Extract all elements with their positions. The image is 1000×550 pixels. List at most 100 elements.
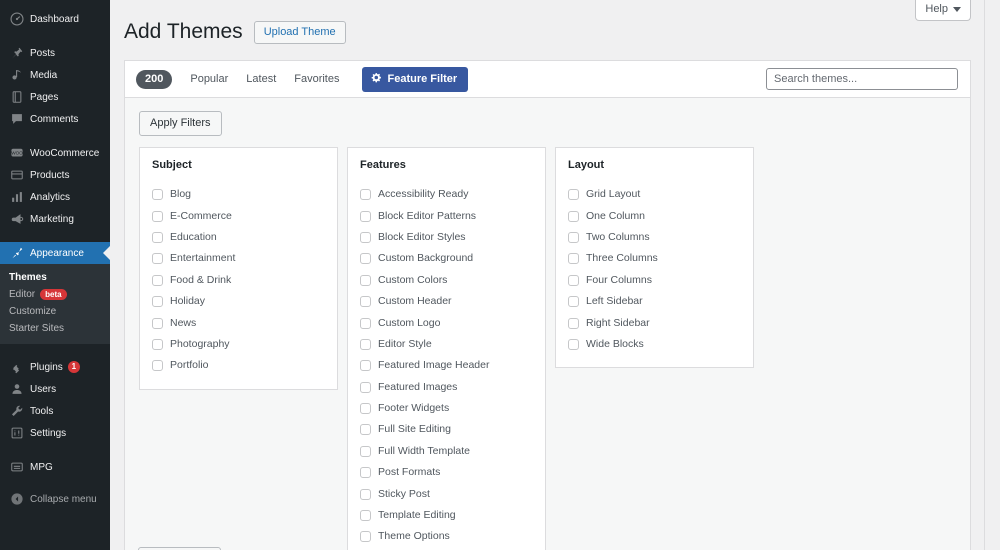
filter-option-left-sidebar[interactable]: Left Sidebar [568, 291, 741, 312]
checkbox-icon[interactable] [152, 360, 163, 371]
filter-option-news[interactable]: News [152, 312, 325, 333]
checkbox-icon[interactable] [360, 424, 371, 435]
filter-option-full-width-template[interactable]: Full Width Template [360, 441, 533, 462]
checkbox-icon[interactable] [360, 467, 371, 478]
sidebar-item-posts[interactable]: Posts [0, 42, 110, 64]
filter-option-one-column[interactable]: One Column [568, 205, 741, 226]
checkbox-icon[interactable] [360, 403, 371, 414]
filter-option-right-sidebar[interactable]: Right Sidebar [568, 312, 741, 333]
checkbox-icon[interactable] [568, 253, 579, 264]
apply-filters-button-bottom[interactable]: Apply Filters [138, 547, 221, 550]
checkbox-icon[interactable] [152, 296, 163, 307]
sidebar-item-analytics[interactable]: Analytics [0, 186, 110, 208]
checkbox-icon[interactable] [568, 339, 579, 350]
sidebar-item-pages[interactable]: Pages [0, 86, 110, 108]
sidebar-item-media[interactable]: Media [0, 64, 110, 86]
filter-option-featured-image-header[interactable]: Featured Image Header [360, 355, 533, 376]
filter-option-holiday[interactable]: Holiday [152, 291, 325, 312]
filter-option-two-columns[interactable]: Two Columns [568, 227, 741, 248]
checkbox-icon[interactable] [360, 232, 371, 243]
checkbox-icon[interactable] [360, 510, 371, 521]
checkbox-icon[interactable] [568, 189, 579, 200]
filter-link-latest[interactable]: Latest [246, 70, 276, 88]
filter-option-custom-logo[interactable]: Custom Logo [360, 312, 533, 333]
filter-option-block-editor-patterns[interactable]: Block Editor Patterns [360, 205, 533, 226]
filter-option-editor-style[interactable]: Editor Style [360, 334, 533, 355]
checkbox-icon[interactable] [360, 446, 371, 457]
filter-option-post-formats[interactable]: Post Formats [360, 462, 533, 483]
upload-theme-button[interactable]: Upload Theme [254, 21, 346, 44]
checkbox-icon[interactable] [568, 318, 579, 329]
checkbox-icon[interactable] [360, 382, 371, 393]
filter-option-education[interactable]: Education [152, 227, 325, 248]
checkbox-icon[interactable] [360, 296, 371, 307]
checkbox-icon[interactable] [360, 253, 371, 264]
filter-option-food-and-drink[interactable]: Food & Drink [152, 270, 325, 291]
filter-option-grid-layout[interactable]: Grid Layout [568, 184, 741, 205]
filter-option-template-editing[interactable]: Template Editing [360, 505, 533, 526]
filter-option-four-columns[interactable]: Four Columns [568, 270, 741, 291]
filter-option-wide-blocks[interactable]: Wide Blocks [568, 334, 741, 355]
sidebar-item-products[interactable]: Products [0, 164, 110, 186]
checkbox-icon[interactable] [568, 232, 579, 243]
checkbox-icon[interactable] [360, 189, 371, 200]
feature-filter-button[interactable]: Feature Filter [362, 67, 469, 92]
checkbox-icon[interactable] [360, 489, 371, 500]
sidebar-collapse-menu[interactable]: Collapse menu [0, 488, 110, 510]
filter-option-sticky-post[interactable]: Sticky Post [360, 483, 533, 504]
checkbox-icon[interactable] [152, 318, 163, 329]
checkbox-icon[interactable] [360, 360, 371, 371]
sidebar-item-users[interactable]: Users [0, 378, 110, 400]
filter-option-photography[interactable]: Photography [152, 334, 325, 355]
search-themes-input[interactable] [766, 68, 958, 90]
sidebar-item-mpg[interactable]: MPG [0, 456, 110, 478]
checkbox-icon[interactable] [152, 275, 163, 286]
pages-icon [9, 90, 24, 105]
filter-option-accessibility-ready[interactable]: Accessibility Ready [360, 184, 533, 205]
checkbox-icon[interactable] [152, 253, 163, 264]
submenu-item-starter-sites[interactable]: Starter Sites [0, 320, 110, 337]
sidebar-item-marketing[interactable]: Marketing [0, 208, 110, 230]
apply-filters-button-top[interactable]: Apply Filters [139, 111, 222, 136]
filter-option-full-site-editing[interactable]: Full Site Editing [360, 419, 533, 440]
checkbox-icon[interactable] [360, 531, 371, 542]
filter-option-block-editor-styles[interactable]: Block Editor Styles [360, 227, 533, 248]
filter-link-popular[interactable]: Popular [190, 70, 228, 88]
checkbox-icon[interactable] [360, 211, 371, 222]
sidebar-item-settings[interactable]: Settings [0, 422, 110, 444]
submenu-item-customize[interactable]: Customize [0, 303, 110, 320]
filter-option-custom-colors[interactable]: Custom Colors [360, 270, 533, 291]
checkbox-icon[interactable] [360, 318, 371, 329]
checkbox-icon[interactable] [360, 275, 371, 286]
sidebar-item-appearance[interactable]: Appearance [0, 242, 110, 264]
filter-option-e-commerce[interactable]: E-Commerce [152, 205, 325, 226]
checkbox-icon[interactable] [152, 211, 163, 222]
checkbox-icon[interactable] [152, 232, 163, 243]
help-button[interactable]: Help [915, 0, 971, 21]
filter-option-custom-background[interactable]: Custom Background [360, 248, 533, 269]
checkbox-icon[interactable] [568, 296, 579, 307]
checkbox-icon[interactable] [152, 339, 163, 350]
submenu-item-themes[interactable]: Themes [0, 269, 110, 286]
filter-link-favorites[interactable]: Favorites [294, 70, 339, 88]
checkbox-icon[interactable] [568, 211, 579, 222]
filter-option-theme-options[interactable]: Theme Options [360, 526, 533, 547]
filter-option-footer-widgets[interactable]: Footer Widgets [360, 398, 533, 419]
checkbox-icon[interactable] [568, 275, 579, 286]
filter-option-entertainment[interactable]: Entertainment [152, 248, 325, 269]
filter-option-portfolio[interactable]: Portfolio [152, 355, 325, 376]
filter-option-featured-images[interactable]: Featured Images [360, 377, 533, 398]
submenu-item-editor[interactable]: Editorbeta [0, 286, 110, 303]
filter-option-blog[interactable]: Blog [152, 184, 325, 205]
filter-option-three-columns[interactable]: Three Columns [568, 248, 741, 269]
checkbox-icon[interactable] [152, 189, 163, 200]
sidebar-item-tools[interactable]: Tools [0, 400, 110, 422]
checkbox-icon[interactable] [360, 339, 371, 350]
filter-option-label: Left Sidebar [586, 295, 643, 308]
sidebar-item-comments[interactable]: Comments [0, 108, 110, 130]
filter-option-custom-header[interactable]: Custom Header [360, 291, 533, 312]
filter-group-subject: SubjectBlogE-CommerceEducationEntertainm… [139, 147, 338, 390]
sidebar-item-plugins[interactable]: Plugins1 [0, 356, 110, 378]
sidebar-item-woocommerce[interactable]: WOOWooCommerce [0, 142, 110, 164]
sidebar-item-dashboard[interactable]: Dashboard [0, 8, 110, 30]
